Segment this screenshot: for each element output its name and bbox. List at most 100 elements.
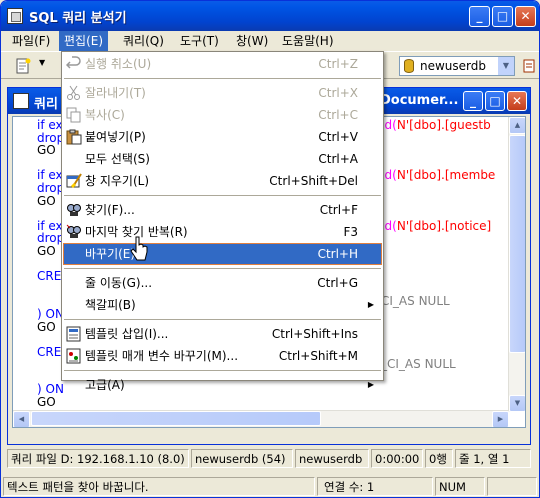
menu-item-shortcut: Ctrl+G	[317, 276, 358, 290]
menu-item-item-12[interactable]: 줄 이동(G)... Ctrl+G	[63, 272, 382, 294]
menu-bar: 파일(F) 편집(E) 쿼리(Q) 도구(T) 창(W) 도움말(H)	[1, 31, 539, 51]
menu-item-cut[interactable]: 잘라내기(T) Ctrl+X	[63, 82, 382, 104]
status-message: 텍스트 패턴을 찾아 바꿉니다.	[3, 477, 315, 496]
code-line-fragment: Id(N'[dbo].[guestb	[381, 118, 491, 132]
scroll-right-button[interactable]: ▶	[492, 411, 509, 427]
menu-item-shortcut: Ctrl+C	[318, 108, 358, 122]
new-dropdown-icon[interactable]: ▼	[39, 58, 45, 67]
menu-item-template[interactable]: 템플릿 삽입(I)... Ctrl+Shift+Ins	[63, 323, 382, 345]
horizontal-scrollbar[interactable]: ◀ ▶	[13, 410, 509, 427]
title-bar[interactable]: SQL 쿼리 분석기 _ □ ✕	[1, 1, 539, 31]
scroll-up-button[interactable]: ▲	[509, 117, 525, 134]
menu-item-item-18[interactable]: 고급(A) ▶	[63, 374, 382, 396]
app-status-bar: 텍스트 패턴을 찾아 바꿉니다. 연결 수: 1 NUM	[1, 477, 539, 497]
menu-item-shortcut: Ctrl+Shift+Ins	[271, 327, 358, 341]
document-title-left: 쿼리	[34, 97, 58, 112]
window-title: SQL 쿼리 분석기	[29, 11, 127, 26]
doc-minimize-button[interactable]: _	[463, 91, 483, 111]
menu-item-label: 찾기(F)...	[85, 203, 135, 217]
menu-item-undo[interactable]: 실행 취소(U) Ctrl+Z	[63, 53, 382, 75]
menu-item-label: 줄 이동(G)...	[85, 276, 153, 290]
menu-item-template-params[interactable]: 템플릿 매개 변수 바꾸기(M)... Ctrl+Shift+M	[63, 345, 382, 367]
menu-item-shortcut: Ctrl+V	[318, 130, 358, 144]
document-icon	[13, 93, 29, 109]
chevron-down-icon[interactable]: ▼	[498, 57, 514, 75]
menu-item-item-5[interactable]: 모두 선택(S) Ctrl+A	[63, 148, 382, 170]
menu-item-label: 모두 선택(S)	[85, 152, 150, 166]
maximize-button[interactable]: □	[492, 6, 513, 27]
find-icon	[67, 204, 81, 216]
app-icon	[7, 8, 23, 24]
code-line: GO	[37, 395, 56, 410]
menu-item-shortcut: Ctrl+Z	[318, 57, 358, 71]
code-line-fragment: Id(N'[dbo].[notice]	[381, 218, 492, 233]
doc-close-button[interactable]: ✕	[507, 91, 527, 111]
menu-separator	[64, 78, 381, 79]
menu-tools[interactable]: 도구(T)	[175, 31, 224, 51]
menu-item-label: 고급(A)	[85, 378, 125, 392]
menu-file[interactable]: 파일(F)	[7, 31, 55, 51]
menu-item-copy[interactable]: 복사(C) Ctrl+C	[63, 104, 382, 126]
status-database: newuserdb	[295, 449, 369, 468]
status-server: 쿼리 파일 D: 192.168.1.10 (8.0)	[7, 449, 189, 468]
menu-item-clear-window[interactable]: 창 지우기(L) Ctrl+Shift+Del	[63, 170, 382, 192]
menu-separator	[64, 268, 381, 269]
sql-code-right: Id(N'[dbo].[guestb Id(N'[dbo].[membe Id(N'…	[381, 118, 496, 427]
menu-edit[interactable]: 편집(E)	[59, 31, 109, 51]
scroll-down-button[interactable]: ▼	[509, 395, 525, 412]
menu-item-shortcut: F3	[343, 225, 358, 239]
menu-separator	[64, 370, 381, 371]
menu-window[interactable]: 창(W)	[231, 31, 273, 51]
menu-help[interactable]: 도움말(H)	[277, 31, 339, 51]
status-user: newuserdb (54)	[191, 449, 293, 468]
menu-item-shortcut: Ctrl+Shift+Del	[269, 174, 358, 188]
submenu-arrow-icon: ▶	[367, 300, 374, 309]
menu-item-paste[interactable]: 붙여넣기(P) Ctrl+V	[63, 126, 382, 148]
template-icon	[66, 326, 81, 342]
menu-item-label: 잘라내기(T)	[85, 86, 146, 100]
clear-window-icon	[66, 173, 82, 189]
vertical-scrollbar[interactable]: ▲ ▼	[508, 117, 525, 412]
paste-icon	[66, 129, 82, 145]
menu-item-shortcut: Ctrl+H	[317, 247, 358, 261]
find-next-icon	[66, 224, 81, 238]
status-position: 줄 1, 열 1	[455, 449, 531, 468]
close-button[interactable]: ✕	[515, 6, 536, 27]
edit-menu-dropdown: 실행 취소(U) Ctrl+Z 잘라내기(T) Ctrl+X 복사(C) Ctrl+C 붙여…	[61, 51, 384, 392]
menu-query[interactable]: 쿼리(Q)	[118, 31, 169, 51]
horizontal-scroll-thumb[interactable]	[31, 411, 321, 426]
menu-item-find[interactable]: 찾기(F)... Ctrl+F	[63, 199, 382, 221]
copy-icon	[66, 107, 81, 123]
menu-item-label: 복사(C)	[85, 108, 125, 122]
status-time: 0:00:00	[371, 449, 423, 468]
minimize-button[interactable]: _	[469, 6, 490, 27]
document-title-right: Documer...	[380, 93, 459, 108]
menu-item-find-next[interactable]: 마지막 찾기 반복(R) F3	[63, 221, 382, 243]
database-icon	[404, 59, 414, 73]
mouse-pointer-icon	[130, 236, 148, 261]
object-browser-icon[interactable]	[521, 58, 537, 74]
doc-maximize-button[interactable]: □	[485, 91, 505, 111]
template-params-icon	[66, 348, 81, 364]
menu-item-shortcut: Ctrl+Shift+M	[278, 349, 358, 363]
code-line-fragment: _CI_AS NULL	[381, 357, 456, 372]
menu-item-label: 붙여넣기(P)	[85, 130, 146, 144]
undo-icon	[66, 56, 81, 69]
menu-item-label: 템플릿 삽입(I)...	[85, 327, 169, 341]
query-status-bar: 쿼리 파일 D: 192.168.1.10 (8.0) newuserdb (5…	[7, 449, 531, 469]
new-query-icon[interactable]	[15, 58, 31, 74]
vertical-scroll-thumb[interactable]	[509, 135, 525, 353]
menu-item-shortcut: Ctrl+A	[318, 152, 358, 166]
menu-item-item-13[interactable]: 책갈피(B) ▶	[63, 294, 382, 316]
menu-item-label: 책갈피(B)	[85, 298, 136, 312]
status-rows: 0행	[425, 449, 453, 468]
status-num: NUM	[435, 477, 485, 496]
database-select[interactable]: newuserdb ▼	[399, 56, 515, 76]
status-connections: 연결 수: 1	[317, 477, 433, 496]
cut-icon	[67, 85, 80, 100]
code-line-fragment: Id(N'[dbo].[membe	[381, 168, 496, 183]
scroll-left-button[interactable]: ◀	[13, 411, 30, 427]
menu-item-item-10[interactable]: 바꾸기(E)... Ctrl+H	[63, 243, 382, 265]
menu-item-shortcut: Ctrl+F	[319, 203, 358, 217]
menu-item-label: 템플릿 매개 변수 바꾸기(M)...	[85, 349, 239, 363]
